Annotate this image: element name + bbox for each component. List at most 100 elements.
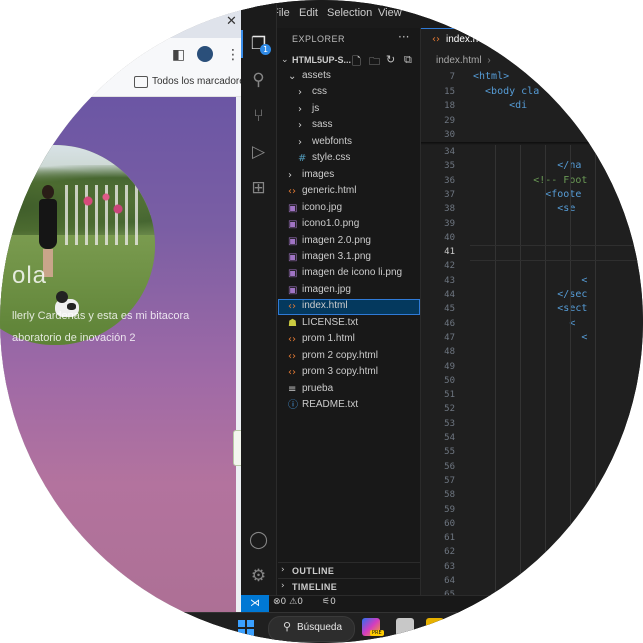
tree-item[interactable]: # style.css [278,151,420,167]
tab-label: index.h [446,34,479,45]
line-number: 54 [444,433,455,443]
menu-selection[interactable]: Selection [327,7,372,19]
current-line-highlight [470,245,643,261]
taskbar-app-icon[interactable] [396,618,414,636]
tree-item[interactable]: ‹› prom 1.html [278,332,420,348]
more-actions-icon[interactable]: ··· [398,30,409,44]
tree-item[interactable]: › images [278,168,420,184]
gear-icon[interactable]: ⚙ [241,566,276,586]
code-text[interactable]: <se [473,202,575,216]
photo-lawn [0,235,155,345]
code-text[interactable]: <di [473,99,527,113]
sticky-scroll-shadow [421,142,643,145]
tree-item[interactable]: ☗ LICENSE.txt [278,316,420,332]
outline-section[interactable]: › OUTLINE [278,562,420,579]
line-number: 30 [444,130,455,140]
code-text[interactable]: <foote [473,188,581,202]
line-number: 58 [444,490,455,501]
line-number: 15 [444,86,455,97]
ports-count: 0 [330,597,336,607]
taskbar-search-label: Búsqueda [297,622,343,633]
tree-item-label: prom 1.html [302,333,355,345]
tree-item[interactable]: › js [278,102,420,118]
tree-item[interactable]: › webfonts [278,135,420,151]
browser-window: ✕ ◧ ⋮ Todos los marcadores ola llerly Ca… [0,0,241,612]
tree-item[interactable]: ⓘ README.txt [278,398,420,414]
browser-tab-bar [0,0,241,38]
profile-avatar[interactable] [197,46,213,62]
tree-item[interactable]: ⌄ assets [278,69,420,85]
tree-item-label: imagen.jpg [302,283,351,295]
screen-frame: ✕ ◧ ⋮ Todos los marcadores ola llerly Ca… [0,0,643,643]
line-number: 44 [444,290,455,300]
tree-item[interactable]: ▣ icono.jpg [278,201,420,217]
menu-edit[interactable]: Edit [299,7,318,19]
line-number: 43 [444,275,455,286]
breadcrumb[interactable]: index.html › [436,55,491,66]
line-number: 63 [444,561,455,572]
chevron-right-icon: › [288,169,292,181]
code-text[interactable]: </na [473,159,581,173]
all-bookmarks-link[interactable]: Todos los marcadores [152,76,241,87]
tree-item[interactable]: ▣ imagen 2.0.png [278,234,420,250]
tree-item[interactable]: ▣ imagen.jpg [278,283,420,299]
ports-status[interactable]: ⚟0 [322,597,336,607]
line-number: 7 [449,72,455,82]
code-text[interactable]: <html> [473,70,509,84]
menu-view[interactable]: View [378,7,402,19]
line-number: 62 [444,547,455,558]
line-number: 61 [444,533,455,544]
extensions-icon[interactable]: ⊞ [241,178,276,198]
line-number: 49 [444,361,455,372]
tree-item[interactable]: ‹› index.html [278,299,420,316]
code-text[interactable]: < [473,317,575,331]
breadcrumb-file[interactable]: index.html [436,55,482,66]
tree-item[interactable]: ▣ imagen 3.1.png [278,250,420,266]
search-icon[interactable]: ⚲ [241,70,276,90]
tree-item[interactable]: ≡ prueba [278,382,420,398]
timeline-label: TIMELINE [292,582,338,592]
indent-guide [545,145,546,595]
code-text[interactable]: <body cla [473,85,539,99]
tree-item-label: assets [302,70,331,81]
outline-label: OUTLINE [292,566,335,576]
tree-item[interactable]: ‹› prom 3 copy.html [278,365,420,381]
close-icon[interactable]: ✕ [226,14,237,29]
remote-indicator-icon[interactable]: ⋊ [241,595,269,612]
line-number: 37 [444,189,455,200]
line-number: 60 [444,518,455,529]
line-number: 53 [444,418,455,429]
folder-icon [134,76,148,88]
refresh-icon[interactable]: ↻ [386,53,395,66]
tree-item[interactable]: ▣ icono1.0.png [278,217,420,233]
problems-status[interactable]: ⊗0 ⚠0 [273,597,303,607]
tree-item[interactable]: ‹› prom 2 copy.html [278,349,420,365]
collapse-all-icon[interactable]: ⧉ [404,53,412,67]
project-folder-name[interactable]: HTML5UP-S... [292,55,351,65]
sidepanel-icon[interactable]: ◧ [172,47,185,63]
line-number: 47 [444,332,455,343]
account-icon[interactable]: ◯ [241,530,276,550]
tree-item[interactable]: › sass [278,118,420,134]
file-explorer-icon[interactable] [426,618,444,636]
indent-guide [520,145,521,595]
tree-item[interactable]: ‹› generic.html [278,184,420,200]
tree-item-label: webfonts [312,135,353,147]
tree-item[interactable]: › css [278,85,420,101]
timeline-section[interactable]: › TIMELINE [278,578,420,595]
search-icon: ⚲ [283,620,292,633]
chevron-down-icon[interactable]: ⌄ [281,55,289,65]
line-number: 39 [444,218,455,229]
tree-item-label: css [312,86,327,98]
run-debug-icon[interactable]: ▷ [241,142,276,162]
windows-start-icon[interactable] [238,620,254,636]
photo-flowers [70,185,130,225]
more-options-icon[interactable]: ⋮ [226,47,240,63]
line-number: 51 [444,390,455,401]
line-number: 50 [444,375,455,386]
image-file-icon: ▣ [288,251,298,263]
line-number: 41 [444,247,455,258]
tree-item[interactable]: ▣ imagen de icono li.png [278,266,420,282]
source-control-icon[interactable]: ⑂ [241,106,276,126]
line-number: 59 [444,504,455,515]
